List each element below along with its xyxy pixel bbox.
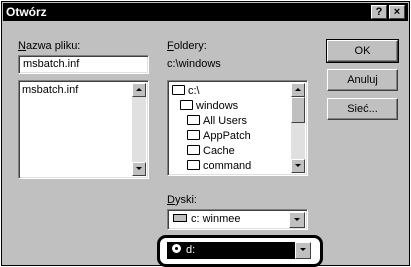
hard-drive-icon bbox=[173, 214, 187, 222]
file-name-input[interactable]: msbatch.inf bbox=[18, 55, 149, 74]
down-arrow-icon bbox=[295, 164, 301, 167]
cancel-button[interactable]: Anuluj bbox=[327, 69, 398, 91]
folders-label-text: oldery: bbox=[173, 40, 207, 52]
folders-label: Foldery: bbox=[167, 40, 207, 52]
window-title: Otwórz bbox=[6, 5, 47, 19]
current-path: c:\windows bbox=[167, 58, 221, 70]
drive-option-dropdown-button[interactable] bbox=[295, 242, 311, 259]
open-dialog: Otwórz ? × Nazwa pliku: msbatch.inf msba… bbox=[1, 1, 410, 267]
folder-item-all-users[interactable]: All Users bbox=[187, 114, 247, 129]
ok-button[interactable]: OK bbox=[326, 39, 399, 63]
file-name-label: Nazwa pliku: bbox=[18, 40, 81, 52]
folder-item-command[interactable]: command bbox=[187, 159, 251, 174]
help-button[interactable]: ? bbox=[371, 5, 387, 19]
close-button[interactable]: × bbox=[389, 5, 405, 19]
folder-open-icon bbox=[180, 100, 193, 110]
file-name-value: msbatch.inf bbox=[23, 58, 80, 70]
folder-open-icon bbox=[172, 85, 185, 95]
cd-drive-icon bbox=[171, 243, 182, 254]
folder-icon bbox=[187, 130, 200, 140]
drives-label-text: yski: bbox=[174, 194, 197, 206]
file-name-label-text: azwa pliku: bbox=[25, 40, 81, 52]
drive-option-label: d: bbox=[186, 244, 196, 256]
drives-label: Dyski: bbox=[167, 194, 197, 206]
folder-icon bbox=[187, 145, 200, 155]
scroll-up-button[interactable] bbox=[132, 83, 146, 97]
chevron-down-icon bbox=[300, 248, 306, 251]
selected-drive: c: winmee bbox=[191, 213, 241, 225]
down-arrow-icon bbox=[136, 167, 142, 170]
network-button[interactable]: Sieć... bbox=[327, 98, 398, 120]
drive-select[interactable]: c: winmee bbox=[167, 209, 308, 230]
drive-option-d[interactable]: d: bbox=[167, 242, 311, 259]
network-button-label: Sieć... bbox=[347, 103, 378, 115]
up-arrow-icon bbox=[295, 88, 301, 91]
scroll-up-button[interactable] bbox=[291, 83, 305, 97]
title-bar: Otwórz ? × bbox=[3, 3, 408, 21]
folder-item-apppatch[interactable]: AppPatch bbox=[187, 129, 251, 144]
scroll-down-button[interactable] bbox=[291, 159, 305, 173]
folder-item-cache[interactable]: Cache bbox=[187, 144, 235, 159]
folder-item-windows[interactable]: windows bbox=[180, 99, 238, 114]
folder-icon bbox=[187, 115, 200, 125]
folder-icon bbox=[187, 160, 200, 170]
folder-item-root[interactable]: c:\ bbox=[172, 84, 200, 99]
up-arrow-icon bbox=[136, 88, 142, 91]
folder-list-scrollbar[interactable] bbox=[291, 83, 305, 173]
drive-dropdown-button[interactable] bbox=[289, 212, 305, 228]
file-list[interactable]: msbatch.inf bbox=[18, 80, 149, 179]
drive-option-highlight: d: bbox=[157, 235, 323, 267]
chevron-down-icon bbox=[294, 218, 300, 221]
folder-list[interactable]: c:\ windows All Users AppPatch Cache com… bbox=[167, 80, 308, 176]
scroll-down-button[interactable] bbox=[132, 162, 146, 176]
scroll-thumb[interactable] bbox=[291, 97, 305, 123]
file-list-scrollbar[interactable] bbox=[132, 83, 146, 176]
file-list-item[interactable]: msbatch.inf bbox=[22, 84, 78, 97]
